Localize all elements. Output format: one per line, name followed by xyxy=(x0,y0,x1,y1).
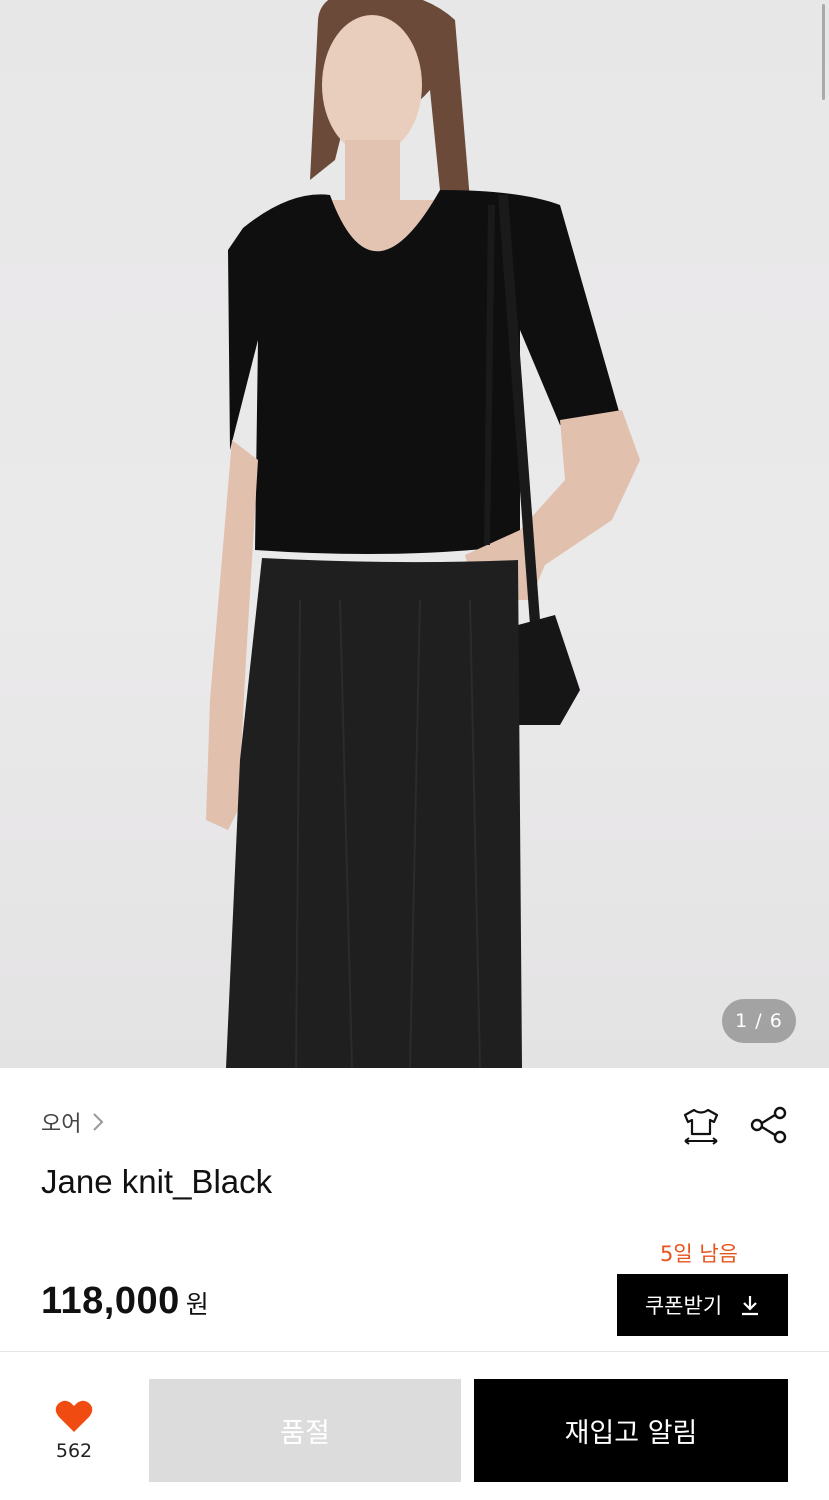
brand-link[interactable]: 오어 xyxy=(41,1106,105,1138)
scrollbar[interactable] xyxy=(822,4,825,100)
brand-name: 오어 xyxy=(41,1112,82,1137)
price-value: 118,000 xyxy=(41,1280,180,1322)
chevron-right-icon xyxy=(93,1113,104,1131)
soldout-button: 품절 xyxy=(149,1379,461,1482)
divider xyxy=(0,1351,829,1352)
coupon-remaining: 5일 남음 xyxy=(660,1242,738,1266)
like-count: 562 xyxy=(55,1440,93,1462)
model-photo xyxy=(206,0,640,1068)
product-title: Jane knit_Black xyxy=(41,1163,273,1200)
soldout-label: 품절 xyxy=(280,1418,330,1449)
download-icon xyxy=(742,1296,759,1316)
size-guide-button[interactable] xyxy=(680,1104,722,1146)
restock-label: 재입고 알림 xyxy=(564,1418,698,1449)
product-image[interactable]: 1 / 6 xyxy=(0,0,829,1068)
price-currency: 원 xyxy=(185,1290,209,1319)
share-icon xyxy=(750,1106,787,1144)
image-counter: 1 / 6 xyxy=(722,999,796,1043)
heart-icon xyxy=(55,1400,93,1432)
coupon-label: 쿠폰받기 xyxy=(644,1294,723,1318)
size-guide-shirt-icon xyxy=(683,1108,719,1145)
like-button[interactable]: 562 xyxy=(44,1398,104,1462)
product-price: 118,000 원 xyxy=(41,1280,209,1323)
coupon-download-button[interactable]: 쿠폰받기 xyxy=(617,1274,788,1336)
restock-alert-button[interactable]: 재입고 알림 xyxy=(474,1379,788,1482)
share-button[interactable] xyxy=(748,1104,790,1146)
product-tools xyxy=(680,1104,790,1146)
